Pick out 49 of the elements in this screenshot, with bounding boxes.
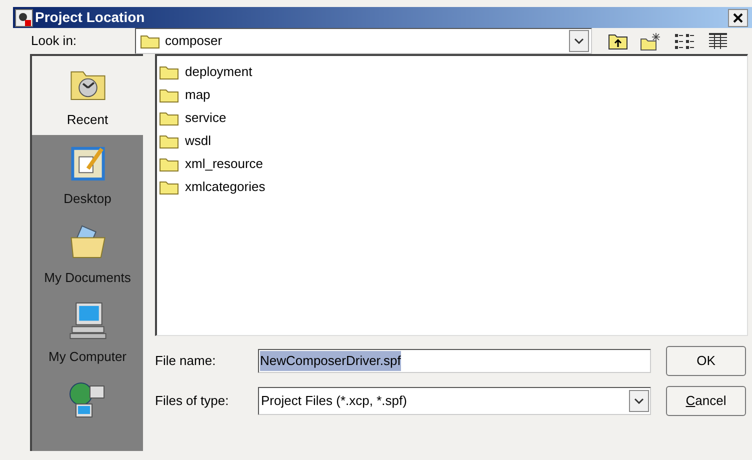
folder-item[interactable]: wsdl — [159, 129, 747, 152]
dropdown-button[interactable] — [569, 30, 589, 52]
list-view-icon[interactable] — [674, 32, 696, 50]
folder-item[interactable]: map — [159, 83, 747, 106]
network-computers-icon — [68, 380, 108, 420]
file-type-value: Project Files (*.xcp, *.spf) — [261, 392, 408, 410]
folder-up-icon[interactable] — [608, 32, 628, 50]
places-label: Recent — [66, 110, 108, 128]
chevron-down-icon — [574, 38, 584, 44]
chevron-down-icon — [634, 398, 644, 404]
folder-item[interactable]: xml_resource — [159, 152, 747, 175]
places-label: My Documents — [44, 268, 131, 287]
file-type-label: Files of type: — [155, 392, 230, 410]
app-icon — [15, 8, 33, 26]
folder-item[interactable]: xmlcategories — [159, 175, 747, 198]
folder-icon — [159, 86, 179, 102]
dropdown-button[interactable] — [629, 390, 649, 412]
places-label: Desktop — [64, 190, 112, 208]
folder-name: service — [185, 108, 226, 127]
look-in-label: Look in: — [31, 32, 78, 50]
folder-icon — [159, 132, 179, 148]
folder-name: xmlcategories — [185, 178, 266, 196]
close-icon — [733, 12, 743, 22]
file-name-value: NewComposerDriver.spf — [260, 351, 401, 371]
folder-name: wsdl — [185, 132, 212, 150]
folder-item[interactable]: service — [159, 106, 747, 129]
file-type-dropdown[interactable]: Project Files (*.xcp, *.spf) — [258, 387, 651, 415]
places-item[interactable]: Recent — [32, 56, 143, 135]
folder-icon — [140, 33, 160, 49]
look-in-value: composer — [165, 32, 224, 50]
folder-item[interactable]: deployment — [159, 60, 747, 83]
computer-icon — [68, 301, 108, 340]
ok-button[interactable]: OK — [666, 346, 746, 376]
details-view-icon[interactable] — [708, 32, 728, 50]
folder-name: map — [185, 86, 210, 104]
file-name-field[interactable]: NewComposerDriver.spf — [258, 349, 651, 373]
places-label: My Computer — [48, 348, 127, 366]
look-in-dropdown[interactable]: composer — [135, 28, 592, 54]
folder-icon — [159, 110, 179, 126]
file-name-label: File name: — [155, 352, 217, 370]
folder-name: xml_resource — [185, 154, 264, 173]
folder-name: deployment — [185, 62, 252, 81]
close-button[interactable] — [728, 8, 748, 26]
folder-icon — [159, 64, 179, 80]
folder-icon — [159, 156, 179, 172]
new-folder-icon[interactable] — [640, 31, 662, 51]
window-title: Project Location — [35, 8, 146, 27]
cancel-button[interactable]: Cancel — [666, 386, 746, 416]
folder-icon — [159, 178, 179, 194]
